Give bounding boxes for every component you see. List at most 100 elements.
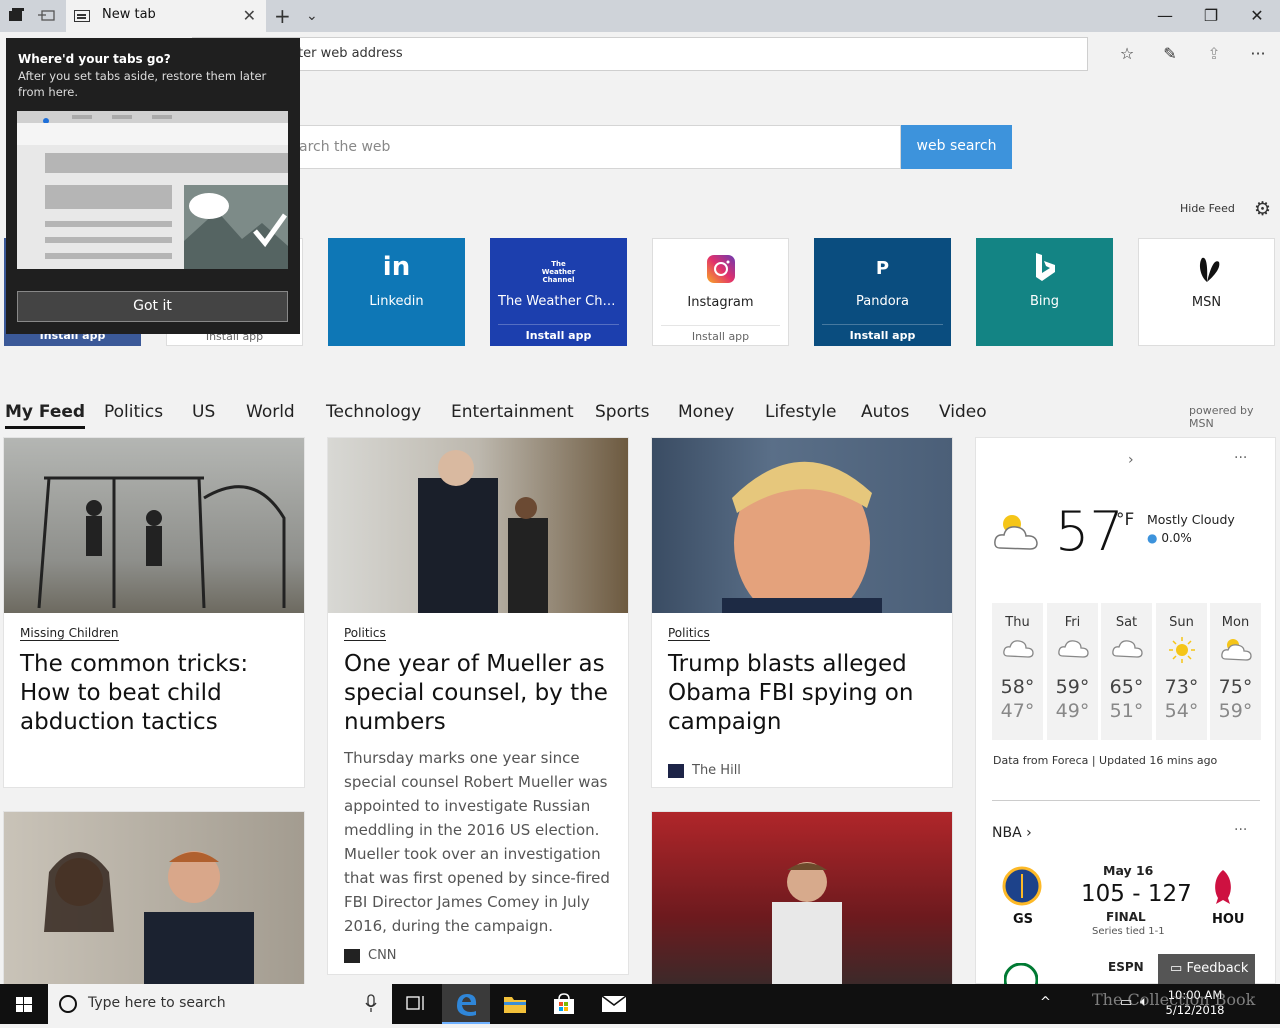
- sun-icon: [1156, 636, 1207, 672]
- got-it-button[interactable]: Got it: [17, 291, 288, 322]
- article-category[interactable]: Politics: [668, 626, 710, 641]
- cortana-circle-icon: [59, 995, 77, 1013]
- edge-icon: [457, 994, 477, 1016]
- article-category[interactable]: Politics: [344, 626, 386, 641]
- series-status: Series tied 1-1: [1092, 926, 1165, 937]
- install-app-link[interactable]: Install app: [498, 324, 619, 342]
- start-button[interactable]: [0, 984, 48, 1024]
- mail-icon: [601, 995, 627, 1012]
- forecast-day-sat[interactable]: Sat 65° 51°: [1101, 603, 1152, 740]
- forecast-day-mon[interactable]: Mon 75° 59°: [1210, 603, 1261, 740]
- microphone-icon: [365, 994, 377, 1012]
- close-tab-icon[interactable]: ✕: [243, 6, 256, 25]
- taskbar-search-box[interactable]: Type here to search: [48, 984, 392, 1024]
- article-headline[interactable]: One year of Mueller as special counsel, …: [344, 650, 616, 737]
- task-view-icon: [406, 996, 424, 1010]
- make-web-note-icon[interactable]: ✎: [1158, 44, 1182, 64]
- more-menu-icon[interactable]: ···: [1246, 44, 1270, 64]
- tab-us[interactable]: US: [192, 402, 215, 422]
- feedback-button[interactable]: ▭ Feedback: [1158, 954, 1255, 984]
- forecast-day-fri[interactable]: Fri 59° 49°: [1047, 603, 1098, 740]
- more-options-icon[interactable]: ···: [1234, 822, 1247, 838]
- hide-feed-link[interactable]: Hide Feed: [1180, 202, 1235, 215]
- address-placeholder: ter web address: [298, 46, 403, 61]
- mail-button[interactable]: [590, 984, 638, 1024]
- tile-instagram[interactable]: Instagram Install app: [652, 238, 789, 346]
- tile-bing[interactable]: Bing: [976, 238, 1113, 346]
- bing-icon: [976, 251, 1113, 290]
- tab-preview-chevron-icon[interactable]: ⌄: [306, 8, 318, 24]
- weather-condition: Mostly Cloudy: [1147, 512, 1235, 527]
- favorites-star-icon[interactable]: ☆: [1115, 44, 1139, 64]
- tab-lifestyle[interactable]: Lifestyle: [765, 402, 836, 422]
- store-button[interactable]: [540, 984, 588, 1024]
- search-placeholder: arch the web: [299, 139, 391, 155]
- precipitation: ● 0.0%: [1147, 531, 1192, 545]
- store-bag-icon: [554, 993, 574, 1014]
- tile-weather-channel[interactable]: The Weather Channel The Weather Cha... I…: [490, 238, 627, 346]
- close-window-icon[interactable]: ✕: [1242, 6, 1272, 25]
- tab-new-tab[interactable]: New tab ✕: [66, 0, 266, 32]
- install-app-link[interactable]: Install app: [822, 324, 943, 342]
- tab-world[interactable]: World: [246, 402, 295, 422]
- more-options-icon[interactable]: ···: [1234, 450, 1247, 466]
- rockets-logo-icon: [1208, 868, 1238, 910]
- tab-my-feed[interactable]: My Feed: [5, 402, 86, 429]
- file-explorer-button[interactable]: [491, 984, 539, 1024]
- tabs-aside-icon[interactable]: [6, 6, 28, 26]
- gear-icon[interactable]: ⚙: [1254, 198, 1271, 220]
- article-card-royal[interactable]: [3, 811, 305, 986]
- task-view-button[interactable]: [392, 984, 440, 1024]
- tab-money[interactable]: Money: [678, 402, 734, 422]
- team-away: HOU: [1212, 912, 1245, 927]
- tab-autos[interactable]: Autos: [861, 402, 909, 422]
- taskbar: Type here to search ^ ▭ 🔈︎ 10:00 AM 5/12…: [0, 984, 1280, 1024]
- tab-title: New tab: [102, 7, 156, 22]
- taskbar-search-placeholder: Type here to search: [88, 995, 226, 1011]
- article-category[interactable]: Missing Children: [20, 626, 119, 641]
- article-card-basketball[interactable]: [651, 811, 953, 986]
- tab-technology[interactable]: Technology: [326, 402, 421, 422]
- web-search-input[interactable]: arch the web: [270, 125, 901, 169]
- minimize-icon[interactable]: —: [1150, 6, 1180, 25]
- new-tab-favicon-icon: [74, 10, 90, 22]
- folder-icon: [504, 997, 526, 1013]
- next-game-network: ESPN: [1108, 960, 1144, 974]
- tile-pandora[interactable]: P Pandora Install app: [814, 238, 951, 346]
- article-card-abduction[interactable]: Missing Children The common tricks: How …: [3, 437, 305, 788]
- address-bar[interactable]: ter web address: [192, 37, 1088, 71]
- article-card-mueller[interactable]: Politics One year of Mueller as special …: [327, 437, 629, 975]
- restore-icon[interactable]: ❐: [1196, 6, 1226, 25]
- tile-msn[interactable]: MSN: [1138, 238, 1275, 346]
- cloud-icon: [992, 636, 1043, 672]
- forecast-day-thu[interactable]: Thu 58° 47°: [992, 603, 1043, 740]
- show-hidden-icons-chevron-icon[interactable]: ^: [1040, 995, 1051, 1010]
- watermark-text: The Collection Book: [1092, 990, 1256, 1009]
- edge-taskbar-button[interactable]: [442, 984, 490, 1024]
- forecast-day-sun[interactable]: Sun 73° 54°: [1156, 603, 1207, 740]
- tab-sports[interactable]: Sports: [595, 402, 650, 422]
- set-tabs-aside-icon[interactable]: [37, 6, 59, 26]
- tile-linkedin[interactable]: in Linkedin: [328, 238, 465, 346]
- article-headline[interactable]: Trump blasts alleged Obama FBI spying on…: [668, 650, 940, 737]
- next-chevron-icon[interactable]: ›: [1128, 452, 1134, 468]
- instagram-icon: [653, 254, 788, 291]
- sports-league-link[interactable]: NBA ›: [992, 825, 1032, 841]
- article-card-trump[interactable]: Politics Trump blasts alleged Obama FBI …: [651, 437, 953, 788]
- share-icon[interactable]: ⇪: [1202, 44, 1226, 64]
- new-tab-plus-icon[interactable]: +: [274, 4, 291, 28]
- article-headline[interactable]: The common tricks: How to beat child abd…: [20, 650, 292, 737]
- install-app-link[interactable]: Install app: [661, 325, 780, 343]
- tab-video[interactable]: Video: [939, 402, 987, 422]
- tab-politics[interactable]: Politics: [104, 402, 163, 422]
- temperature-unit[interactable]: °F: [1116, 510, 1134, 530]
- article-image: [652, 438, 952, 623]
- tab-bar: New tab ✕ + ⌄ — ❐ ✕: [0, 0, 1280, 32]
- tab-entertainment[interactable]: Entertainment: [451, 402, 574, 422]
- weather-channel-logo-icon: The Weather Channel: [541, 260, 576, 284]
- warriors-logo-icon: [1002, 866, 1042, 910]
- team-home: GS: [1013, 912, 1034, 927]
- msn-butterfly-icon: [1139, 254, 1274, 293]
- raindrop-icon: ●: [1147, 531, 1158, 545]
- web-search-button[interactable]: web search: [901, 125, 1012, 169]
